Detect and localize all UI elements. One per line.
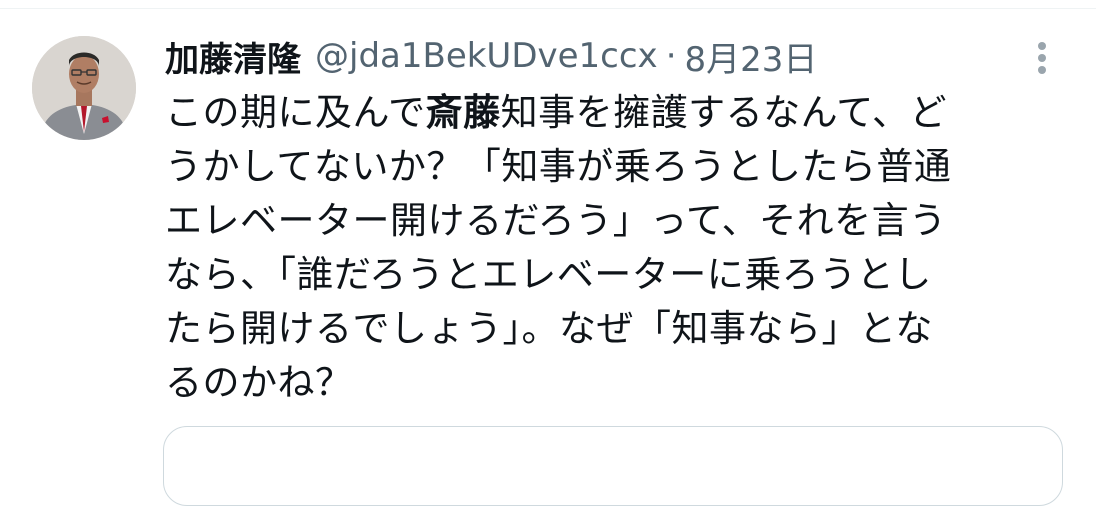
quoted-tweet-card[interactable]	[163, 426, 1063, 506]
text-segment: エレベーター開けるだろう」って、それを言う	[165, 199, 947, 242]
text-segment: なら、「誰だろうとエレベーターに乗ろうとし	[165, 253, 932, 296]
header-separator: ·	[665, 36, 677, 76]
more-dot	[1038, 66, 1046, 74]
text-segment: うかしてないか？「知事が乗ろうとしたら普通	[165, 145, 952, 188]
tweet-line: たら開けるでしょう」。なぜ「知事なら」とな	[165, 302, 1065, 356]
author-display-name[interactable]: 加藤清隆	[165, 32, 301, 81]
avatar-photo	[32, 36, 136, 140]
tweet-line: うかしてないか？「知事が乗ろうとしたら普通	[165, 140, 1065, 194]
more-vertical-icon[interactable]	[1028, 38, 1056, 78]
highlighted-text: 斎藤	[425, 91, 501, 134]
tweet-text: この期に及んで斎藤知事を擁護するなんて、ど うかしてないか？「知事が乗ろうとした…	[165, 86, 1065, 410]
tweet-date[interactable]: 8月23日	[685, 32, 818, 81]
tweet-line: この期に及んで斎藤知事を擁護するなんて、ど	[165, 86, 1065, 140]
top-divider	[0, 8, 1096, 9]
avatar[interactable]	[32, 36, 136, 140]
tweet-header: 加藤清隆 @jda1BekUDve1ccx · 8月23日	[165, 30, 817, 82]
tweet-line: るのかね？	[165, 356, 1065, 410]
author-handle[interactable]: @jda1BekUDve1ccx	[315, 36, 658, 76]
tweet-line: なら、「誰だろうとエレベーターに乗ろうとし	[165, 248, 1065, 302]
text-segment: たら開けるでしょう」。なぜ「知事なら」とな	[165, 307, 933, 350]
text-segment: この期に及んで	[165, 91, 426, 134]
more-dot	[1038, 54, 1046, 62]
tweet-line: エレベーター開けるだろう」って、それを言う	[165, 194, 1065, 248]
text-segment: るのかね？	[165, 361, 353, 404]
text-segment: 知事を擁護するなんて、ど	[500, 91, 947, 134]
more-dot	[1038, 42, 1046, 50]
